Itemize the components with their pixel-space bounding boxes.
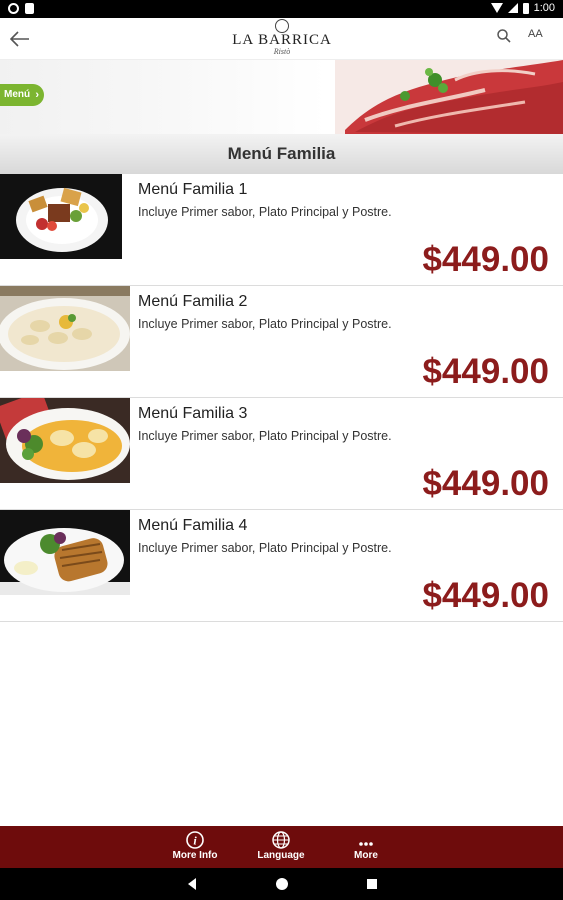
more-info-button[interactable]: i More Info — [165, 830, 225, 866]
menu-breadcrumb-tag[interactable]: Menú › — [0, 84, 44, 106]
restaurant-logo: LA BARRICA Ristò — [232, 19, 332, 59]
item-description: Incluye Primer sabor, Plato Principal y … — [138, 205, 392, 219]
info-icon: i — [186, 831, 204, 849]
bottom-navigation: i More Info Language More — [0, 826, 563, 868]
status-bar: 1:00 — [0, 0, 563, 18]
app-bar: LA BARRICA Ristò AA — [0, 18, 563, 60]
list-item[interactable]: Menú Familia 1 Incluye Primer sabor, Pla… — [0, 174, 563, 286]
signal-icon — [507, 3, 518, 13]
item-description: Incluye Primer sabor, Plato Principal y … — [138, 429, 392, 443]
item-title: Menú Familia 3 — [138, 405, 248, 422]
item-description: Incluye Primer sabor, Plato Principal y … — [138, 317, 392, 331]
list-item[interactable]: Menú Familia 4 Incluye Primer sabor, Pla… — [0, 510, 563, 622]
font-size-icon: AA — [528, 28, 543, 40]
item-price: $449.00 — [422, 464, 549, 503]
back-arrow-icon — [10, 31, 29, 47]
dish-photo — [0, 398, 130, 483]
page-title: Menú Familia — [227, 144, 336, 163]
search-button[interactable] — [496, 28, 516, 48]
android-back-icon[interactable] — [184, 876, 200, 892]
item-price: $449.00 — [422, 240, 549, 279]
more-button[interactable]: More — [336, 830, 396, 866]
svg-text:i: i — [193, 834, 197, 848]
globe-icon — [272, 831, 290, 849]
list-item[interactable]: Menú Familia 3 Incluye Primer sabor, Pla… — [0, 398, 563, 510]
menu-tag-label: Menú — [4, 89, 31, 100]
back-button[interactable] — [6, 25, 34, 53]
android-recents-icon[interactable] — [364, 876, 380, 892]
chevron-right-icon: › — [35, 89, 39, 101]
sd-card-notification-icon — [25, 3, 34, 14]
battery-icon — [522, 2, 529, 14]
font-size-button[interactable]: AA — [528, 28, 552, 48]
dish-photo — [0, 510, 130, 595]
item-price: $449.00 — [422, 352, 549, 391]
item-title: Menú Familia 2 — [138, 293, 248, 310]
status-time: 1:00 — [533, 2, 555, 14]
android-home-icon[interactable] — [274, 876, 290, 892]
item-description: Incluye Primer sabor, Plato Principal y … — [138, 541, 392, 555]
section-header: Menú Familia — [0, 134, 563, 174]
language-label: Language — [257, 850, 305, 861]
logo-subtitle: Ristò — [273, 47, 291, 56]
dish-photo — [0, 174, 130, 259]
more-info-label: More Info — [172, 850, 218, 861]
banner-food-image — [335, 60, 563, 134]
android-navigation-bar — [0, 868, 563, 900]
dish-photo — [0, 286, 130, 371]
item-title: Menú Familia 1 — [138, 181, 248, 198]
more-dots-icon — [359, 842, 373, 846]
menu-list: Menú Familia 1 Incluye Primer sabor, Pla… — [0, 174, 563, 622]
item-price: $449.00 — [422, 576, 549, 615]
wifi-icon — [490, 3, 503, 13]
logo-name: LA BARRICA — [232, 32, 332, 48]
search-icon — [497, 29, 511, 43]
item-title: Menú Familia 4 — [138, 517, 248, 534]
language-button[interactable]: Language — [251, 830, 311, 866]
settings-notification-icon — [8, 3, 19, 14]
more-label: More — [354, 850, 378, 861]
list-item[interactable]: Menú Familia 2 Incluye Primer sabor, Pla… — [0, 286, 563, 398]
banner: Menú › — [0, 60, 563, 134]
